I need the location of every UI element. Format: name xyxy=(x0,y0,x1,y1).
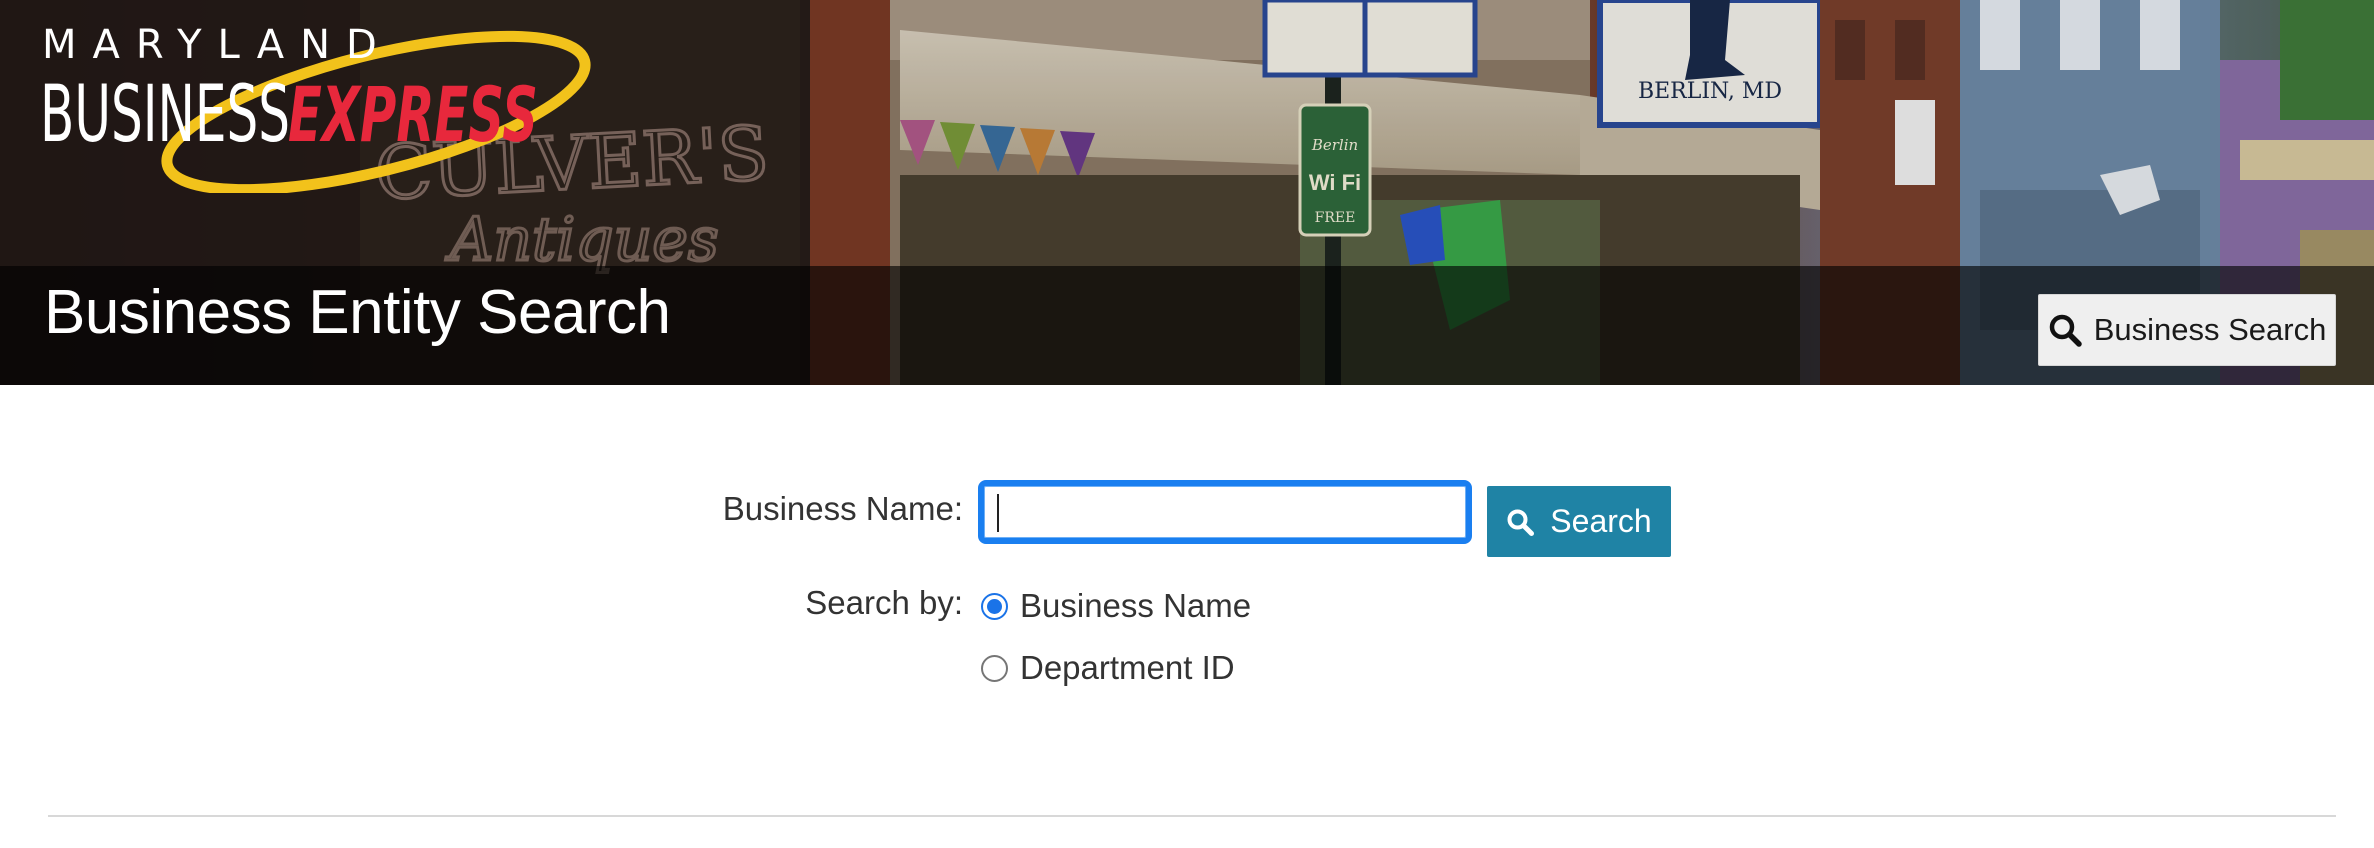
radio-option-business-name[interactable]: Business Name xyxy=(981,587,1251,625)
text-caret xyxy=(997,494,999,532)
search-by-label: Search by: xyxy=(805,584,963,621)
hero-banner: CULVER'S Antiques Berlin Wi Fi FREE BERL… xyxy=(0,0,2374,385)
business-search-button[interactable]: Business Search xyxy=(2038,294,2336,366)
logo-business-text: BUSINESS xyxy=(40,70,290,160)
maryland-business-express-logo: MARYLAND BUSINESS EXPRESS xyxy=(40,22,591,193)
business-name-input[interactable] xyxy=(978,480,1472,544)
page-title: Business Entity Search xyxy=(44,278,671,347)
radio-label-business-name: Business Name xyxy=(1020,587,1252,624)
business-search-label: Business Search xyxy=(2093,312,2327,347)
radio-option-department-id[interactable]: Department ID xyxy=(981,649,1235,687)
search-button[interactable]: Search xyxy=(1487,486,1671,557)
search-button-label: Search xyxy=(1550,503,1652,539)
search-icon xyxy=(2049,314,2082,347)
logo-maryland-text: MARYLAND xyxy=(42,22,393,68)
search-icon xyxy=(1507,509,1535,536)
business-name-label: Business Name: xyxy=(722,490,963,527)
radio-label-department-id: Department ID xyxy=(1020,649,1235,686)
radio-button-business-name[interactable] xyxy=(981,592,1008,620)
logo-express-text: EXPRESS xyxy=(288,70,538,159)
radio-button-department-id[interactable] xyxy=(981,654,1008,682)
section-divider xyxy=(48,815,2336,817)
